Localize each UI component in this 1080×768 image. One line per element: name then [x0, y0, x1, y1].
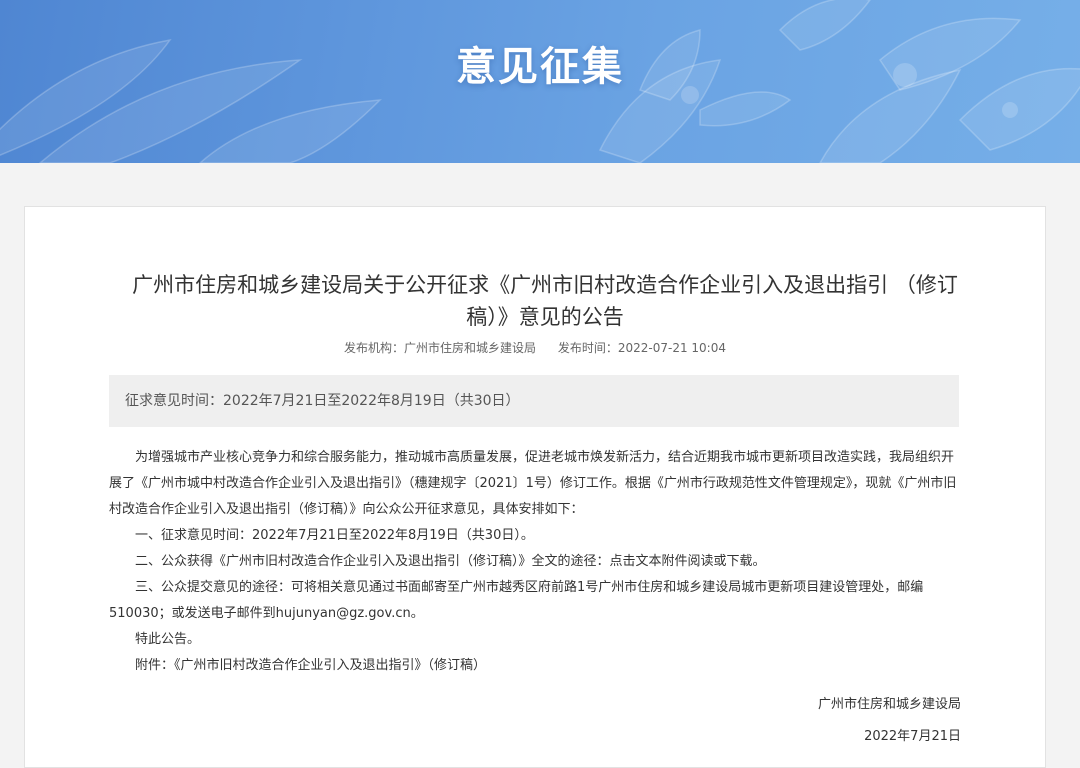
consultation-period: 征求意见时间：2022年7月21日至2022年8月19日（共30日） — [109, 375, 959, 427]
publish-time: 发布时间：2022-07-21 10:04 — [557, 341, 726, 355]
paragraph-closing: 特此公告。 — [135, 632, 201, 647]
header-banner: 意见征集 — [0, 0, 1080, 163]
signature: 广州市住房和城乡建设局 2022年7月21日 — [818, 689, 961, 753]
article-card: 广州市住房和城乡建设局关于公开征求《广州市旧村改造合作企业引入及退出指引 （修订… — [24, 206, 1046, 768]
banner-title: 意见征集 — [456, 44, 624, 90]
paragraph-intro: 为增强城市产业核心竞争力和综合服务能力，推动城市高质量发展，促进老城市焕发新活力… — [109, 450, 957, 517]
article-body: 为增强城市产业核心竞争力和综合服务能力，推动城市高质量发展，促进老城市焕发新活力… — [109, 445, 961, 679]
paragraph-item-2: 二、公众获得《广州市旧村改造合作企业引入及退出指引（修订稿）》全文的途径：点击文… — [135, 554, 766, 569]
signature-org: 广州市住房和城乡建设局 — [817, 697, 961, 712]
article-title: 广州市住房和城乡建设局关于公开征求《广州市旧村改造合作企业引入及退出指引 （修订… — [132, 273, 958, 329]
attachment-link[interactable]: 附件：《广州市旧村改造合作企业引入及退出指引》（修订稿） — [109, 653, 961, 679]
signature-date: 2022年7月21日 — [864, 729, 961, 744]
paragraph-item-1: 一、征求意见时间：2022年7月21日至2022年8月19日（共30日）。 — [135, 528, 534, 543]
paragraph-item-3: 三、公众提交意见的途径：可将相关意见通过书面邮寄至广州市越秀区府前路1号广州市住… — [109, 580, 924, 621]
publisher: 发布机构：广州市住房和城乡建设局 — [344, 341, 537, 355]
article-meta: 发布机构：广州市住房和城乡建设局 发布时间：2022-07-21 10:04 — [25, 339, 1045, 356]
